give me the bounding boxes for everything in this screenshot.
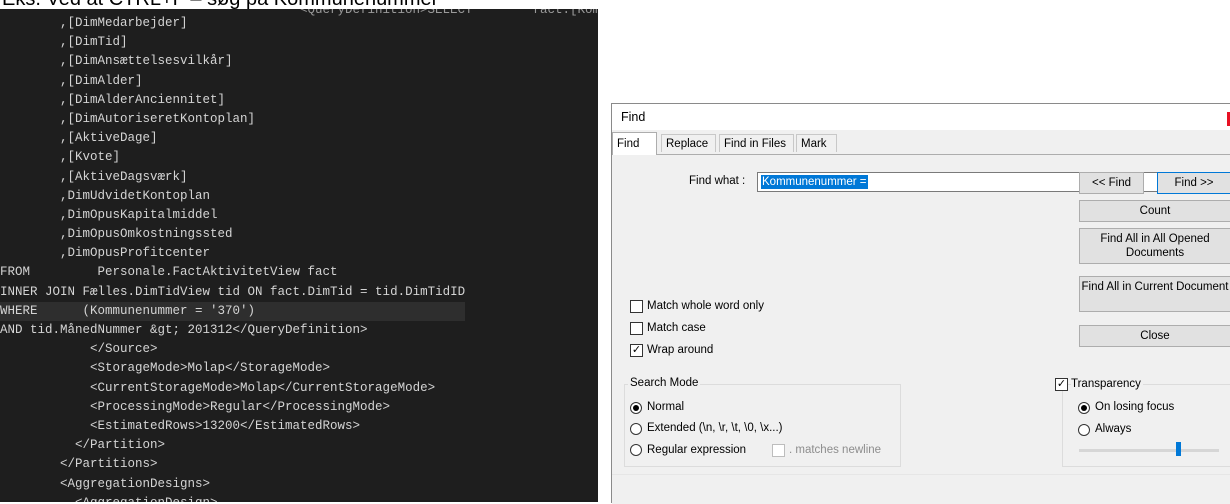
transparency-label: Transparency [1071,378,1143,390]
normal-radio[interactable] [630,402,642,414]
count-button[interactable]: Count [1079,200,1230,222]
always-radio[interactable] [1078,424,1090,436]
on-losing-focus-radio[interactable] [1078,402,1090,414]
code-line: INNER JOIN Fælles.DimTidView tid ON fact… [0,284,466,299]
tab-find-in-files[interactable]: Find in Files [719,134,794,152]
tab-replace[interactable]: Replace [661,134,716,152]
code-line: ,[DimAutoriseretKontoplan] [0,111,256,126]
code-line: <CurrentStorageMode>Molap</CurrentStorag… [0,380,436,395]
on-losing-focus-label: On losing focus [1095,401,1175,413]
find-what-value: Kommunenummer = [761,175,868,189]
find-all-opened-button[interactable]: Find All in All Opened Documents [1079,228,1230,264]
code-line: </Partitions> [0,457,158,472]
match-whole-word-checkbox[interactable] [630,300,643,313]
code-line: <ProcessingMode>Regular</ProcessingMode> [0,399,391,414]
search-mode-title: Search Mode [628,377,701,389]
code-line: ,DimOpusOmkostningssted [0,227,233,242]
always-label: Always [1095,423,1132,435]
match-case-label: Match case [647,322,706,334]
close-button[interactable]: Close [1079,325,1230,347]
extended-radio[interactable] [630,423,642,435]
code-line: ,[DimTid] [0,35,128,50]
code-line: AND tid.MånedNummer &gt; 201312</QueryDe… [0,323,368,337]
code-line: </Source> [0,342,158,357]
find-previous-button[interactable]: << Find [1079,172,1144,194]
extended-label: Extended (\n, \r, \t, \0, \x...) [647,422,783,434]
code-line: <StorageMode>Molap</StorageMode> [0,361,331,376]
tab-find[interactable]: Find [612,132,657,155]
code-line: </Partition> [0,438,166,453]
find-what-label: Find what : [689,175,746,187]
code-line: ,[AktiveDagsværk] [0,169,188,184]
matches-newline-label: . matches newline [789,444,882,456]
find-dialog: Find Find Replace Find in Files Mark Fin… [611,103,1230,504]
find-next-button[interactable]: Find >> [1157,172,1230,194]
matches-newline-checkbox[interactable] [772,444,785,457]
code-line: ,[Kvote] [0,150,121,165]
transparency-checkbox[interactable]: ✓ [1055,378,1068,391]
code-line: <EstimatedRows>13200</EstimatedRows> [0,418,361,433]
dialog-bottom-strip [612,474,1230,504]
dialog-title: Find [621,110,646,124]
wrap-around-label: Wrap around [647,344,714,356]
code-editor[interactable]: <QueryDefinition>SELECT fact.[Kommunenum… [0,9,598,502]
normal-label: Normal [647,401,685,413]
find-all-current-button[interactable]: Find All in Current Document [1079,276,1230,312]
code-line: ,[AktiveDage] [0,131,158,146]
dialog-titlebar[interactable]: Find [612,104,1230,130]
regex-label: Regular expression [647,444,747,456]
wrap-around-checkbox[interactable]: ✓ [630,344,643,357]
match-whole-word-label: Match whole word only [647,300,764,312]
code-line: FROM Personale.FactAktivitetView fact [0,265,338,280]
code-lines: ,[DimMedarbejder] ,[DimTid] ,[DimAnsætte… [0,14,466,502]
code-line-current: WHERE (Kommunenummer = '370') [0,301,466,321]
code-line: ,DimUdvidetKontoplan [0,188,211,203]
code-line: <AggregationDesigns> [0,476,211,491]
transparency-slider[interactable] [1079,449,1219,452]
code-line: ,[DimAlder] [0,73,143,88]
code-line: <AggregationDesign> [0,494,465,502]
regex-radio[interactable] [630,444,642,456]
code-line: ,[DimMedarbejder] [0,16,188,30]
transparency-slider-thumb[interactable] [1176,442,1182,456]
tab-mark[interactable]: Mark [796,134,837,152]
code-line: ,[DimAnsættelsesvilkår] [0,54,233,69]
match-case-checkbox[interactable] [630,322,643,335]
code-line: ,[DimAlderAnciennitet] [0,92,226,107]
code-line: ,DimOpusKapitalmiddel [0,207,218,222]
code-line: ,DimOpusProfitcenter [0,246,211,261]
